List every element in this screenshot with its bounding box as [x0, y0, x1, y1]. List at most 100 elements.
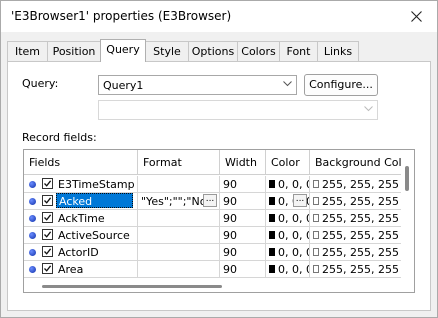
- tab-item[interactable]: Item: [7, 41, 48, 61]
- color-cell[interactable]: 0, 0, 0: [266, 210, 310, 227]
- width-cell[interactable]: 90: [220, 227, 266, 244]
- field-name-cell[interactable]: Area: [24, 261, 138, 278]
- record-fields-grid: Fields Format Width Color Background Col…: [23, 149, 415, 293]
- horizontal-scrollbar[interactable]: [24, 280, 402, 292]
- table-row[interactable]: ActorID 90 0, 0, 0 255, 255, 255: [24, 244, 404, 261]
- format-cell[interactable]: "Yes";"";"No"...: [138, 193, 220, 210]
- color-cell[interactable]: 0, 0, 0: [266, 261, 310, 278]
- field-bullet-icon: [29, 249, 36, 256]
- color-swatch: [269, 180, 275, 188]
- properties-dialog: 'E3Browser1' properties (E3Browser) Item…: [0, 0, 438, 318]
- color-cell[interactable]: 0, 0, 0...: [266, 193, 310, 210]
- column-header-background-color[interactable]: Background Color: [310, 150, 413, 175]
- table-row[interactable]: E3TimeStamp 90 0, 0, 0 255, 255, 255: [24, 176, 404, 193]
- field-bullet-icon: [29, 181, 36, 188]
- background-color-swatch: [313, 248, 319, 256]
- field-name-cell[interactable]: AckTime: [24, 210, 138, 227]
- width-value: 90: [223, 195, 237, 208]
- field-name: AckTime: [58, 212, 105, 225]
- tab-position[interactable]: Position: [47, 41, 101, 61]
- format-value: "Yes";"";"No": [141, 195, 212, 208]
- table-row[interactable]: ActiveSource 90 0, 0, 0 255, 255, 255: [24, 227, 404, 244]
- width-value: 90: [223, 229, 237, 242]
- field-name: ActiveSource: [58, 229, 130, 242]
- configure-button[interactable]: Configure...: [304, 74, 378, 96]
- width-cell[interactable]: 90: [220, 261, 266, 278]
- field-bullet-icon: [29, 215, 36, 222]
- table-row[interactable]: AckTime 90 0, 0, 0 255, 255, 255: [24, 210, 404, 227]
- background-color-value: 255, 255, 255: [322, 195, 399, 208]
- query-label: Query:: [22, 77, 59, 90]
- field-name-cell[interactable]: E3TimeStamp: [24, 176, 138, 193]
- background-color-swatch: [313, 180, 319, 188]
- table-row[interactable]: Acked"Yes";"";"No"...900, 0, 0...255, 25…: [24, 193, 404, 210]
- tab-font[interactable]: Font: [279, 41, 318, 61]
- field-name-cell[interactable]: ActorID: [24, 244, 138, 261]
- color-cell[interactable]: 0, 0, 0: [266, 227, 310, 244]
- tab-colors[interactable]: Colors: [237, 41, 280, 61]
- format-edit-button[interactable]: ...: [203, 194, 217, 207]
- color-value: 0, 0, 0: [278, 178, 310, 191]
- field-name: ActorID: [58, 246, 99, 259]
- background-color-swatch: [313, 214, 319, 222]
- color-value: 0, 0, 0: [278, 246, 310, 259]
- field-visible-checkbox[interactable]: [42, 246, 53, 257]
- field-visible-checkbox[interactable]: [42, 263, 53, 274]
- field-name[interactable]: Acked: [56, 193, 133, 208]
- format-cell[interactable]: [138, 261, 220, 278]
- vertical-scrollbar[interactable]: [401, 150, 414, 292]
- color-swatch: [269, 248, 275, 256]
- tab-links[interactable]: Links: [317, 41, 359, 61]
- horizontal-scroll-thumb[interactable]: [42, 285, 222, 288]
- window-title: 'E3Browser1' properties (E3Browser): [11, 9, 232, 23]
- width-cell[interactable]: 90: [220, 176, 266, 193]
- column-header-fields[interactable]: Fields: [24, 150, 138, 175]
- color-cell[interactable]: 0, 0, 0: [266, 176, 310, 193]
- width-value: 90: [223, 212, 237, 225]
- field-bullet-icon: [29, 198, 36, 205]
- checkbox-checked-icon: [44, 214, 52, 221]
- format-cell[interactable]: [138, 176, 220, 193]
- width-cell[interactable]: 90: [220, 193, 266, 210]
- column-header-width[interactable]: Width: [220, 150, 266, 175]
- tab-query[interactable]: Query: [100, 39, 146, 62]
- field-visible-checkbox[interactable]: [42, 212, 53, 223]
- tab-style[interactable]: Style: [145, 41, 189, 61]
- format-cell[interactable]: [138, 227, 220, 244]
- field-visible-checkbox[interactable]: [42, 229, 53, 240]
- field-name-cell[interactable]: ActiveSource: [24, 227, 138, 244]
- color-cell[interactable]: 0, 0, 0: [266, 244, 310, 261]
- field-visible-checkbox[interactable]: [42, 178, 53, 189]
- chevron-down-icon: [283, 81, 292, 87]
- color-edit-button[interactable]: ...: [293, 194, 307, 207]
- close-button[interactable]: [401, 3, 431, 29]
- width-cell[interactable]: 90: [220, 244, 266, 261]
- background-color-cell[interactable]: 255, 255, 255: [310, 227, 402, 244]
- format-cell[interactable]: [138, 244, 220, 261]
- background-color-cell[interactable]: 255, 255, 255: [310, 261, 402, 278]
- background-color-cell[interactable]: 255, 255, 255: [310, 210, 402, 227]
- checkbox-checked-icon: [44, 197, 52, 204]
- tab-options[interactable]: Options: [188, 41, 238, 61]
- column-header-color[interactable]: Color: [266, 150, 310, 175]
- query-select[interactable]: Query1: [98, 75, 297, 95]
- field-bullet-icon: [29, 232, 36, 239]
- checkbox-checked-icon: [44, 180, 52, 187]
- secondary-select[interactable]: [98, 100, 378, 120]
- field-name-cell[interactable]: Acked: [24, 193, 138, 210]
- format-cell[interactable]: [138, 210, 220, 227]
- column-header-format[interactable]: Format: [138, 150, 220, 175]
- vertical-scroll-thumb[interactable]: [405, 166, 409, 191]
- background-color-cell[interactable]: 255, 255, 255: [310, 244, 402, 261]
- width-value: 90: [223, 178, 237, 191]
- background-color-cell[interactable]: 255, 255, 255: [310, 176, 402, 193]
- checkbox-checked-icon: [44, 248, 52, 255]
- background-color-value: 255, 255, 255: [322, 246, 399, 259]
- field-bullet-icon: [29, 266, 36, 273]
- background-color-value: 255, 255, 255: [322, 229, 399, 242]
- background-color-cell[interactable]: 255, 255, 255: [310, 193, 402, 210]
- table-row[interactable]: Area 90 0, 0, 0 255, 255, 255: [24, 261, 404, 278]
- width-cell[interactable]: 90: [220, 210, 266, 227]
- color-value: 0, 0, 0: [278, 212, 310, 225]
- field-visible-checkbox[interactable]: [42, 195, 53, 206]
